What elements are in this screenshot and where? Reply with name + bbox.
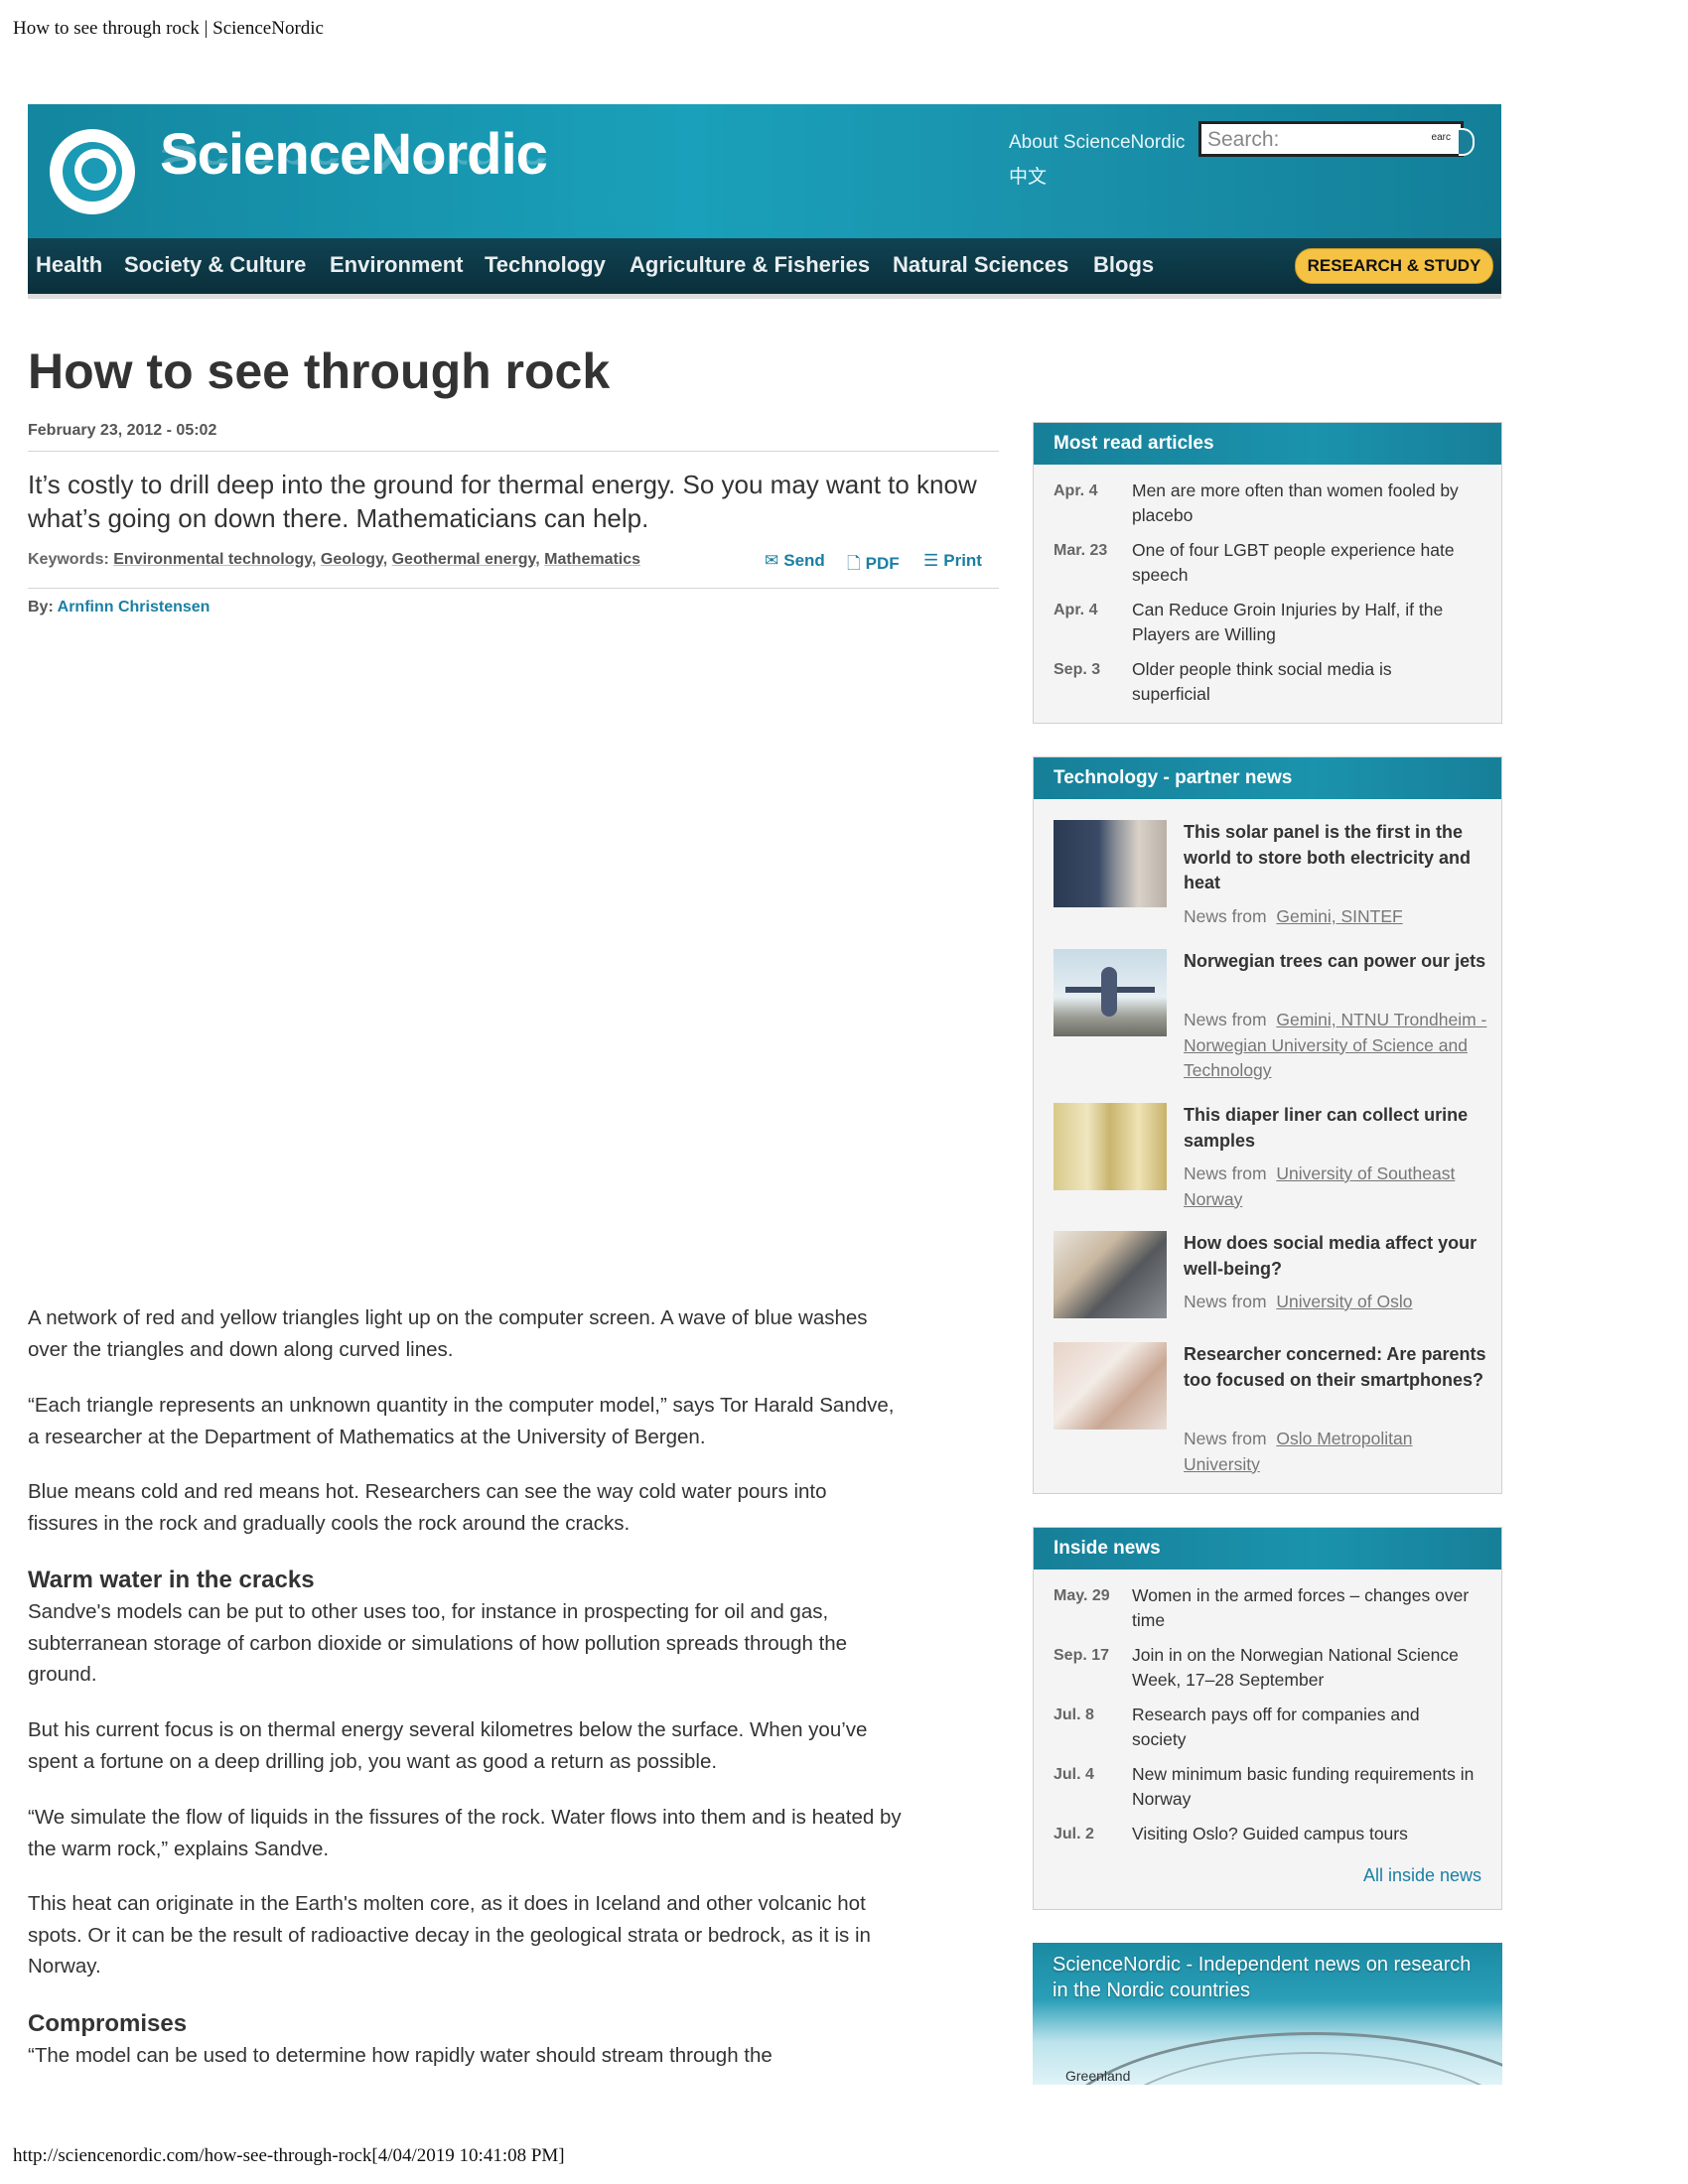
article-title: How to see through rock xyxy=(28,343,611,399)
chinese-language-link[interactable]: 中文 xyxy=(1009,162,1047,189)
promo-banner[interactable]: ScienceNordic - Independent news on rese… xyxy=(1033,1943,1502,2085)
map-label: Greenland xyxy=(1065,2068,1131,2084)
article-subheading: Compromises xyxy=(28,2010,188,2037)
print-page-url: http://sciencenordic.com/how-see-through… xyxy=(13,2145,565,2166)
print-page-title: How to see through rock | ScienceNordic xyxy=(13,18,324,39)
item-title[interactable]: New minimum basic funding requirements i… xyxy=(1132,1762,1475,1812)
logo-reflection: ScienceNordic xyxy=(160,138,547,178)
keyword-link[interactable]: Environmental technology xyxy=(113,551,312,568)
send-link[interactable]: ✉ Send xyxy=(765,551,825,571)
item-date: Apr. 4 xyxy=(1054,602,1098,618)
article-paragraph: This heat can originate in the Earth's m… xyxy=(28,1892,871,1978)
item-date: Sep. 17 xyxy=(1054,1647,1110,1664)
source-link[interactable]: University of Oslo xyxy=(1276,1292,1412,1311)
research-study-button[interactable]: RESEARCH & STUDY xyxy=(1295,248,1493,284)
item-title[interactable]: Join in on the Norwegian National Scienc… xyxy=(1132,1643,1475,1693)
article-paragraph: “Each triangle represents an unknown qua… xyxy=(28,1394,895,1448)
item-title[interactable]: One of four LGBT people experience hate … xyxy=(1132,538,1475,588)
keyword-link[interactable]: Geology xyxy=(321,551,383,568)
most-read-title: Most read articles xyxy=(1034,423,1501,465)
item-source: News from University of Oslo xyxy=(1184,1292,1413,1311)
search-box: earc xyxy=(1198,121,1464,157)
keywords: Keywords: Environmental technology, Geol… xyxy=(28,551,641,568)
item-date: Sep. 3 xyxy=(1054,661,1101,678)
diaper-liner-photo[interactable] xyxy=(1054,1103,1167,1190)
envelope-icon: ✉ xyxy=(765,551,779,570)
all-inside-news-link[interactable]: All inside news xyxy=(1363,1865,1481,1886)
print-link[interactable]: ☰ Print xyxy=(923,551,982,571)
partner-news-title: Technology - partner news xyxy=(1034,757,1501,799)
item-date: Jul. 2 xyxy=(1054,1826,1094,1843)
header-divider xyxy=(28,294,1501,299)
item-source: News from University of Southeast Norway xyxy=(1184,1163,1456,1209)
article-subheading: Warm water in the cracks xyxy=(28,1567,315,1593)
promo-text: ScienceNordic - Independent news on rese… xyxy=(1053,1954,1472,2001)
keyword-link[interactable]: Geothermal energy xyxy=(392,551,536,568)
divider xyxy=(28,588,999,589)
pdf-link[interactable]: 🗋 PDF xyxy=(847,551,900,580)
article-paragraph: But his current focus is on thermal ener… xyxy=(28,1718,868,1773)
airplane-photo[interactable] xyxy=(1054,949,1167,1036)
item-title[interactable]: Women in the armed forces – changes over… xyxy=(1132,1583,1475,1633)
article-paragraph: “We simulate the flow of liquids in the … xyxy=(28,1806,902,1860)
keywords-label: Keywords: xyxy=(28,551,109,568)
logo-icon[interactable] xyxy=(50,129,135,214)
nav-technology[interactable]: Technology xyxy=(485,252,606,278)
item-title[interactable]: Visiting Oslo? Guided campus tours xyxy=(1132,1822,1475,1846)
article-paragraph: “The model can be used to determine how … xyxy=(28,2044,773,2067)
print-icon: ☰ xyxy=(923,551,939,570)
nav-blogs[interactable]: Blogs xyxy=(1093,252,1154,278)
document-icon: 🗋 xyxy=(847,554,861,573)
inside-news-title: Inside news xyxy=(1034,1528,1501,1570)
source-link[interactable]: Gemini, SINTEF xyxy=(1276,906,1402,926)
nav-environment[interactable]: Environment xyxy=(330,252,463,278)
site-header: ScienceNordic ScienceNordic About Scienc… xyxy=(28,104,1501,294)
parent-baby-photo[interactable] xyxy=(1054,1342,1167,1430)
byline: By: Arnfinn Christensen xyxy=(28,599,211,615)
item-title[interactable]: Researcher concerned: Are parents too fo… xyxy=(1184,1342,1487,1393)
laptop-photo[interactable] xyxy=(1054,1231,1167,1318)
search-input[interactable] xyxy=(1207,127,1406,153)
item-date: Jul. 8 xyxy=(1054,1706,1094,1723)
item-date: Apr. 4 xyxy=(1054,482,1098,499)
partner-news-box: Technology - partner news This solar pan… xyxy=(1033,756,1502,1494)
item-title[interactable]: This solar panel is the first in the wor… xyxy=(1184,820,1487,896)
item-title[interactable]: Can Reduce Groin Injuries by Half, if th… xyxy=(1132,598,1475,647)
main-nav: Health Society & Culture Environment Tec… xyxy=(28,238,1501,294)
article-paragraph: Blue means cold and red means hot. Resea… xyxy=(28,1480,827,1535)
item-date: May. 29 xyxy=(1054,1587,1110,1604)
article-lead: It’s costly to drill deep into the groun… xyxy=(28,470,977,533)
item-title[interactable]: Men are more often than women fooled by … xyxy=(1132,478,1475,528)
item-title[interactable]: How does social media affect your well-b… xyxy=(1184,1231,1487,1282)
divider xyxy=(28,451,999,452)
article-paragraph: Sandve's models can be put to other uses… xyxy=(28,1600,848,1686)
most-read-box: Most read articles Apr. 4 Men are more o… xyxy=(1033,422,1502,724)
item-date: Jul. 4 xyxy=(1054,1766,1094,1783)
item-source: News from Oslo Metropolitan University xyxy=(1184,1429,1413,1474)
item-title[interactable]: Research pays off for companies and soci… xyxy=(1132,1703,1475,1752)
item-source: News from Gemini, NTNU Trondheim - Norwe… xyxy=(1184,1010,1487,1080)
inside-news-box: Inside news May. 29 Women in the armed f… xyxy=(1033,1527,1502,1910)
article-paragraph: A network of red and yellow triangles li… xyxy=(28,1306,868,1361)
item-title[interactable]: This diaper liner can collect urine samp… xyxy=(1184,1103,1487,1154)
author-link[interactable]: Arnfinn Christensen xyxy=(58,599,211,615)
nav-natural-sciences[interactable]: Natural Sciences xyxy=(893,252,1068,278)
item-title[interactable]: Older people think social media is super… xyxy=(1132,657,1475,707)
nav-society-culture[interactable]: Society & Culture xyxy=(124,252,306,278)
item-date: Mar. 23 xyxy=(1054,542,1108,559)
solar-panel-photo[interactable] xyxy=(1054,820,1167,907)
item-source: News from Gemini, SINTEF xyxy=(1184,906,1403,926)
item-title[interactable]: Norwegian trees can power our jets xyxy=(1184,949,1487,975)
keyword-link[interactable]: Mathematics xyxy=(544,551,640,568)
article-date: February 23, 2012 - 05:02 xyxy=(28,422,217,439)
search-button[interactable]: earc xyxy=(1432,132,1451,143)
nav-agriculture-fisheries[interactable]: Agriculture & Fisheries xyxy=(630,252,870,278)
about-link[interactable]: About ScienceNordic xyxy=(1009,132,1185,154)
nav-health[interactable]: Health xyxy=(36,252,102,278)
